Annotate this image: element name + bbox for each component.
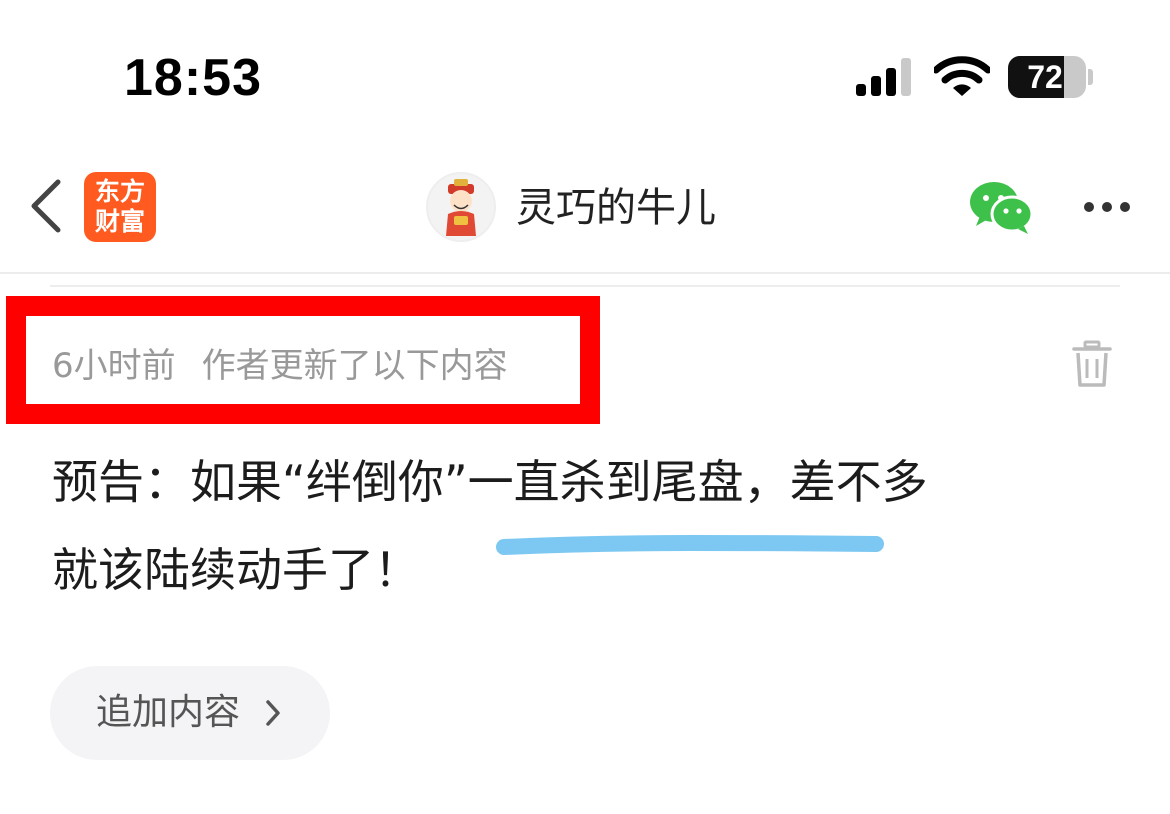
wifi-icon bbox=[934, 56, 990, 96]
chevron-left-icon[interactable] bbox=[26, 176, 66, 236]
wechat-icon[interactable] bbox=[968, 180, 1036, 236]
battery-icon: 72 bbox=[1008, 56, 1086, 98]
post-text-line1: 预告：如果“绊倒你”一直杀到尾盘，差不多 bbox=[52, 455, 928, 509]
eastmoney-logo[interactable]: 东方 财富 bbox=[84, 172, 156, 242]
battery-tip bbox=[1088, 69, 1093, 85]
channel-name: 灵巧的牛儿 bbox=[516, 185, 716, 231]
post-text-line2: 就该陆续动手了！ bbox=[52, 543, 420, 597]
chevron-right-icon bbox=[266, 700, 280, 726]
caishen-avatar-icon bbox=[446, 179, 476, 236]
signal-icon bbox=[856, 58, 914, 96]
post-meta: 6小时前 作者更新了以下内容 bbox=[52, 344, 508, 388]
logo-text-line1: 东方 bbox=[94, 177, 145, 206]
append-content-label: 追加内容 bbox=[96, 692, 241, 733]
post-update-note: 作者更新了以下内容 bbox=[201, 346, 508, 386]
more-dots-icon[interactable] bbox=[1082, 198, 1132, 218]
highlight-underline-stroke bbox=[496, 534, 884, 555]
logo-text-line2: 财富 bbox=[94, 207, 145, 236]
append-content-button[interactable]: 追加内容 bbox=[50, 666, 330, 760]
section-divider bbox=[50, 285, 1120, 287]
status-time: 18:53 bbox=[124, 49, 262, 107]
nav-divider bbox=[0, 272, 1170, 274]
battery-percent: 72 bbox=[1027, 59, 1063, 95]
post-time-ago: 6小时前 bbox=[52, 346, 176, 386]
trash-icon[interactable] bbox=[1072, 340, 1112, 388]
avatar[interactable] bbox=[426, 172, 496, 242]
